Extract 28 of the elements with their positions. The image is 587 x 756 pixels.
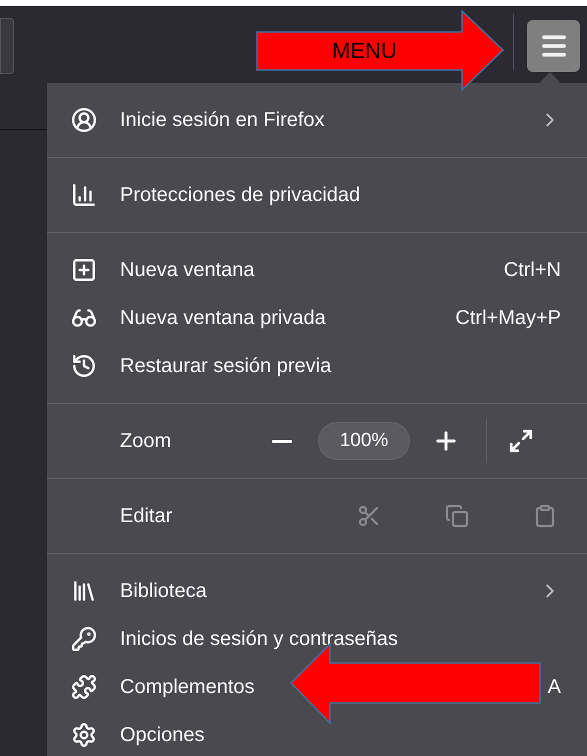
zoom-reset-button[interactable]: 100%	[318, 422, 410, 460]
account-icon	[71, 107, 97, 133]
menu-item[interactable]: Inicios de sesión y contraseñas	[47, 615, 587, 663]
key-icon	[71, 626, 97, 652]
menu-item[interactable]: Restaurar sesión previa	[47, 342, 587, 390]
menu-item[interactable]: Nueva ventana privada Ctrl+May+P	[47, 294, 587, 342]
zoom-label: Zoom	[120, 429, 172, 454]
menu-item[interactable]: Complementos A	[47, 663, 587, 711]
new-window-icon	[71, 257, 97, 283]
menu-button[interactable]	[527, 20, 580, 72]
arrow-label: MENU	[332, 38, 397, 64]
minus-icon	[272, 440, 292, 442]
clipboard-icon	[533, 504, 557, 528]
expand-icon	[508, 428, 534, 454]
menu-item[interactable]: Opciones	[47, 711, 587, 756]
bar-chart-icon	[71, 182, 97, 208]
menu-item[interactable]: Biblioteca	[47, 567, 587, 615]
copy-icon	[445, 504, 469, 528]
edit-label: Editar	[120, 504, 174, 529]
menu-item[interactable]: Nueva ventana Ctrl+N	[47, 246, 587, 294]
library-icon	[71, 578, 97, 604]
puzzle-icon	[71, 674, 97, 700]
settings-icon	[71, 722, 97, 748]
scissors-icon	[357, 504, 381, 528]
restore-window-icon	[71, 353, 97, 379]
toolbar-field[interactable]	[0, 18, 14, 74]
menu-item[interactable]: Inicie sesión en Firefox	[47, 96, 587, 144]
menu-item[interactable]: Protecciones de privacidad	[47, 171, 587, 219]
